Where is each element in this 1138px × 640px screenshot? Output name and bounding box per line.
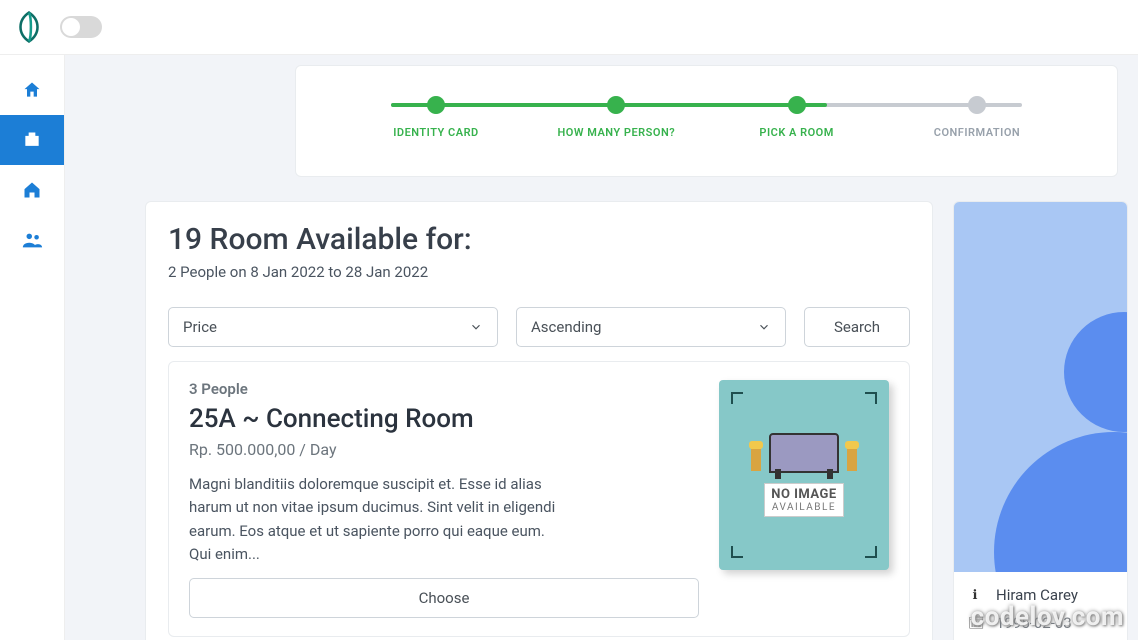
step-label: CONFIRMATION bbox=[934, 126, 1020, 139]
no-image-placeholder: NO IMAGE AVAILABLE bbox=[729, 390, 879, 560]
chevron-down-icon bbox=[757, 320, 771, 334]
sidebar-item-booking[interactable] bbox=[0, 115, 64, 165]
room-image: NO IMAGE AVAILABLE bbox=[719, 380, 889, 570]
step-how-many-person[interactable]: HOW MANY PERSON? bbox=[556, 96, 676, 139]
step-pick-a-room[interactable]: PICK A ROOM bbox=[737, 96, 857, 139]
step-identity-card[interactable]: IDENTITY CARD bbox=[376, 96, 496, 139]
sidebar-item-home[interactable] bbox=[0, 65, 64, 115]
header bbox=[0, 0, 1138, 55]
step-dot bbox=[788, 96, 806, 114]
chevron-down-icon bbox=[469, 320, 483, 334]
step-label: PICK A ROOM bbox=[759, 126, 833, 139]
lamp-icon bbox=[847, 449, 857, 471]
step-dot bbox=[968, 96, 986, 114]
lamp-icon bbox=[751, 449, 761, 471]
theme-toggle[interactable] bbox=[60, 16, 102, 38]
watermark: codelov.com bbox=[971, 602, 1124, 632]
select-value: Price bbox=[183, 318, 217, 336]
rooms-title: 19 Room Available for: bbox=[168, 222, 910, 257]
noimage-line2: AVAILABLE bbox=[771, 502, 836, 513]
step-dot bbox=[607, 96, 625, 114]
rooms-card: 19 Room Available for: 2 People on 8 Jan… bbox=[145, 201, 933, 640]
choose-button[interactable]: Choose bbox=[189, 578, 699, 618]
sidebar-item-users[interactable] bbox=[0, 215, 64, 265]
bed-icon bbox=[769, 433, 839, 473]
sort-field-select[interactable]: Price bbox=[168, 307, 498, 347]
step-confirmation[interactable]: CONFIRMATION bbox=[917, 96, 1037, 139]
main-content: IDENTITY CARD HOW MANY PERSON? PICK A RO… bbox=[65, 55, 1138, 640]
select-value: Ascending bbox=[531, 318, 601, 336]
search-button[interactable]: Search bbox=[804, 307, 910, 347]
room-capacity: 3 People bbox=[189, 380, 699, 398]
rooms-subtitle: 2 People on 8 Jan 2022 to 28 Jan 2022 bbox=[168, 263, 910, 281]
room-price: Rp. 500.000,00 / Day bbox=[189, 440, 699, 459]
avatar-placeholder bbox=[954, 202, 1127, 572]
customer-card: ℹ Hiram Carey 🗓 1995-02-03 bbox=[953, 201, 1128, 640]
step-label: IDENTITY CARD bbox=[393, 126, 478, 139]
step-label: HOW MANY PERSON? bbox=[557, 126, 675, 139]
app-logo bbox=[12, 10, 46, 44]
stepper-card: IDENTITY CARD HOW MANY PERSON? PICK A RO… bbox=[295, 65, 1118, 177]
step-dot bbox=[427, 96, 445, 114]
sidebar-item-rooms[interactable] bbox=[0, 165, 64, 215]
noimage-line1: NO IMAGE bbox=[771, 487, 836, 502]
room-name: 25A ~ Connecting Room bbox=[189, 404, 699, 434]
room-item: 3 People 25A ~ Connecting Room Rp. 500.0… bbox=[168, 361, 910, 637]
room-description: Magni blanditiis doloremque suscipit et.… bbox=[189, 473, 569, 566]
sidebar bbox=[0, 55, 65, 640]
info-icon: ℹ bbox=[968, 588, 982, 603]
sort-direction-select[interactable]: Ascending bbox=[516, 307, 786, 347]
